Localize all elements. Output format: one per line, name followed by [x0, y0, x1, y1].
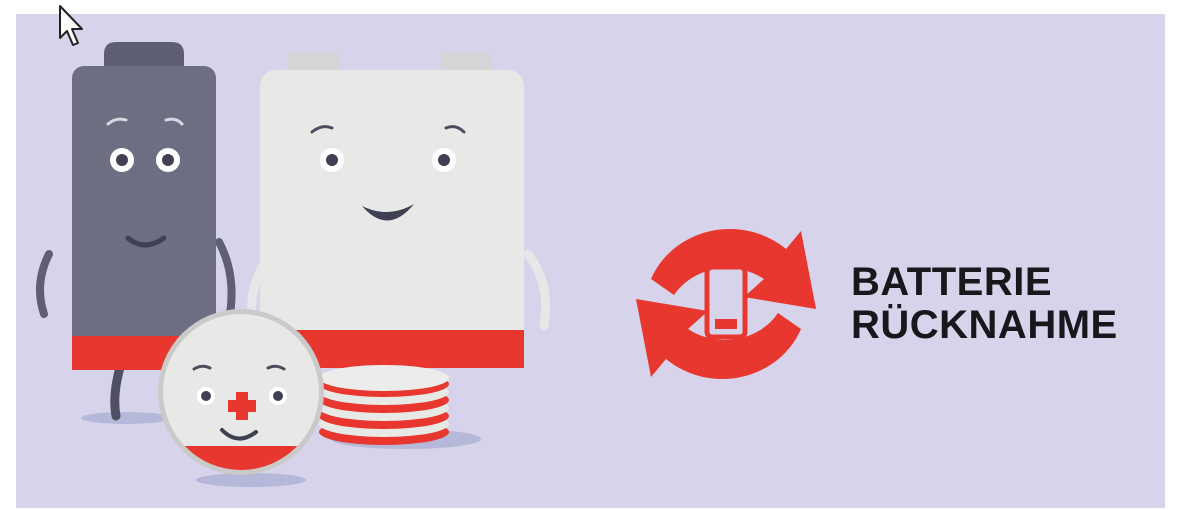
mouse-cursor-icon [59, 5, 83, 46]
battery-return-banner: BATTERIE RÜCKNAHME [16, 14, 1165, 508]
brand-title: BATTERIE RÜCKNAHME [851, 261, 1118, 347]
button-cell-battery [158, 309, 324, 475]
battery-characters-illustration [36, 42, 551, 487]
white-square-battery [247, 52, 551, 368]
coin-cell-stack [319, 365, 449, 445]
brand-title-line2: RÜCKNAHME [851, 303, 1118, 347]
ground-shadow [196, 473, 306, 487]
battery-low-icon [704, 261, 748, 340]
recycle-arrows-icon [636, 229, 816, 379]
ground-shadow [81, 412, 171, 424]
brand-title-line1: BATTERIE [851, 260, 1053, 304]
